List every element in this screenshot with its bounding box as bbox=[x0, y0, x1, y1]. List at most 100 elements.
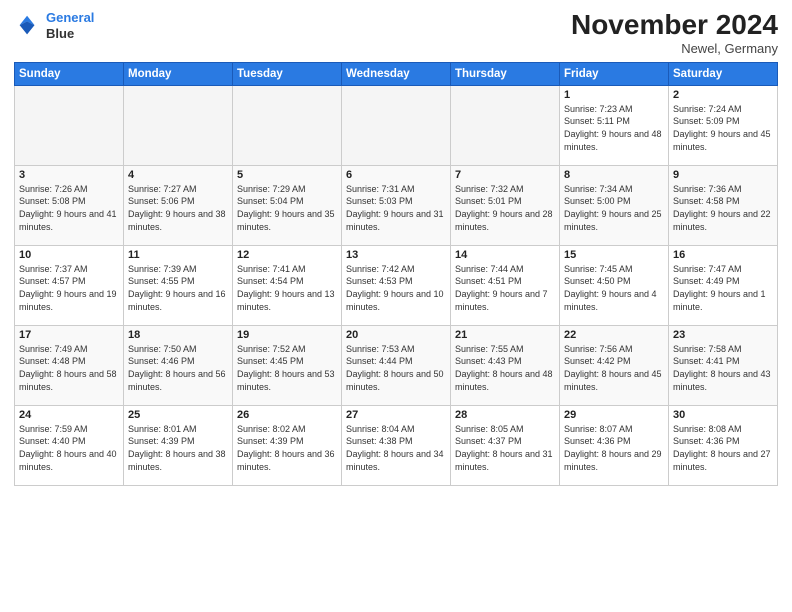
table-row: 16Sunrise: 7:47 AM Sunset: 4:49 PM Dayli… bbox=[669, 245, 778, 325]
location: Newel, Germany bbox=[571, 41, 778, 56]
table-row: 7 Sunrise: 7:32 AM Sunset: 5:01 PM Daylig… bbox=[451, 165, 560, 245]
table-row: 17 Sunrise: 7:49 AM Sunset: 4:48 PM Dayli… bbox=[15, 325, 124, 405]
day-number: 21 bbox=[455, 329, 555, 341]
page-container: General Blue November 2024 Newel, German… bbox=[0, 0, 792, 492]
table-row: 2 Sunrise: 7:24 AM Sunset: 5:09 PM Daylig… bbox=[669, 85, 778, 165]
day-info: Sunrise: 7:52 AM Sunset: 4:45 PM Dayligh… bbox=[237, 343, 337, 393]
day-number: 5 bbox=[237, 169, 337, 181]
day-info: Sunrise: 8:02 AM Sunset: 4:39 PM Dayligh… bbox=[237, 423, 337, 473]
day-number: 25 bbox=[128, 409, 228, 421]
day-info: Sunrise: 7:34 AM Sunset: 5:00 PM Dayligh… bbox=[564, 183, 664, 233]
day-info: Sunrise: 7:24 AM Sunset: 5:09 PM Dayligh… bbox=[673, 103, 773, 153]
day-number: 20 bbox=[346, 329, 446, 341]
day-info: Sunrise: 7:23 AM Sunset: 5:11 PM Dayligh… bbox=[564, 103, 664, 153]
day-info: Sunrise: 8:04 AM Sunset: 4:38 PM Dayligh… bbox=[346, 423, 446, 473]
table-row: 8 Sunrise: 7:34 AM Sunset: 5:00 PM Daylig… bbox=[560, 165, 669, 245]
calendar-week-row: 1 Sunrise: 7:23 AM Sunset: 5:11 PM Daylig… bbox=[15, 85, 778, 165]
day-info: Sunrise: 7:55 AM Sunset: 4:43 PM Dayligh… bbox=[455, 343, 555, 393]
table-row: 21 Sunrise: 7:55 AM Sunset: 4:43 PM Dayli… bbox=[451, 325, 560, 405]
table-row: 22 Sunrise: 7:56 AM Sunset: 4:42 PM Dayli… bbox=[560, 325, 669, 405]
day-number: 30 bbox=[673, 409, 773, 421]
table-row: 18 Sunrise: 7:50 AM Sunset: 4:46 PM Dayli… bbox=[124, 325, 233, 405]
day-info: Sunrise: 7:32 AM Sunset: 5:01 PM Dayligh… bbox=[455, 183, 555, 233]
day-info: Sunrise: 7:56 AM Sunset: 4:42 PM Dayligh… bbox=[564, 343, 664, 393]
logo-text: General Blue bbox=[46, 10, 94, 41]
day-number: 11 bbox=[128, 249, 228, 261]
table-row bbox=[15, 85, 124, 165]
day-number: 17 bbox=[19, 329, 119, 341]
day-info: Sunrise: 7:42 AM Sunset: 4:53 PM Dayligh… bbox=[346, 263, 446, 313]
table-row: 24Sunrise: 7:59 AM Sunset: 4:40 PM Dayli… bbox=[15, 405, 124, 485]
col-friday: Friday bbox=[560, 62, 669, 85]
table-row: 10Sunrise: 7:37 AM Sunset: 4:57 PM Dayli… bbox=[15, 245, 124, 325]
day-number: 12 bbox=[237, 249, 337, 261]
day-number: 19 bbox=[237, 329, 337, 341]
table-row bbox=[124, 85, 233, 165]
day-number: 15 bbox=[564, 249, 664, 261]
col-tuesday: Tuesday bbox=[233, 62, 342, 85]
calendar-week-row: 17 Sunrise: 7:49 AM Sunset: 4:48 PM Dayli… bbox=[15, 325, 778, 405]
day-number: 13 bbox=[346, 249, 446, 261]
day-number: 6 bbox=[346, 169, 446, 181]
table-row: 11 Sunrise: 7:39 AM Sunset: 4:55 PM Dayli… bbox=[124, 245, 233, 325]
calendar-week-row: 3Sunrise: 7:26 AM Sunset: 5:08 PM Daylig… bbox=[15, 165, 778, 245]
day-number: 7 bbox=[455, 169, 555, 181]
col-monday: Monday bbox=[124, 62, 233, 85]
day-number: 23 bbox=[673, 329, 773, 341]
day-info: Sunrise: 7:36 AM Sunset: 4:58 PM Dayligh… bbox=[673, 183, 773, 233]
day-number: 4 bbox=[128, 169, 228, 181]
table-row: 15 Sunrise: 7:45 AM Sunset: 4:50 PM Dayli… bbox=[560, 245, 669, 325]
table-row: 14 Sunrise: 7:44 AM Sunset: 4:51 PM Dayli… bbox=[451, 245, 560, 325]
table-row: 23 Sunrise: 7:58 AM Sunset: 4:41 PM Dayli… bbox=[669, 325, 778, 405]
day-info: Sunrise: 7:45 AM Sunset: 4:50 PM Dayligh… bbox=[564, 263, 664, 313]
table-row: 20Sunrise: 7:53 AM Sunset: 4:44 PM Dayli… bbox=[342, 325, 451, 405]
day-number: 29 bbox=[564, 409, 664, 421]
day-info: Sunrise: 7:29 AM Sunset: 5:04 PM Dayligh… bbox=[237, 183, 337, 233]
table-row bbox=[451, 85, 560, 165]
logo-icon bbox=[14, 12, 42, 40]
col-saturday: Saturday bbox=[669, 62, 778, 85]
day-number: 24 bbox=[19, 409, 119, 421]
calendar-week-row: 24Sunrise: 7:59 AM Sunset: 4:40 PM Dayli… bbox=[15, 405, 778, 485]
day-number: 2 bbox=[673, 89, 773, 101]
day-number: 14 bbox=[455, 249, 555, 261]
table-row bbox=[342, 85, 451, 165]
day-info: Sunrise: 8:08 AM Sunset: 4:36 PM Dayligh… bbox=[673, 423, 773, 473]
day-info: Sunrise: 7:58 AM Sunset: 4:41 PM Dayligh… bbox=[673, 343, 773, 393]
title-block: November 2024 Newel, Germany bbox=[571, 10, 778, 56]
day-info: Sunrise: 7:27 AM Sunset: 5:06 PM Dayligh… bbox=[128, 183, 228, 233]
day-number: 10 bbox=[19, 249, 119, 261]
table-row: 4 Sunrise: 7:27 AM Sunset: 5:06 PM Daylig… bbox=[124, 165, 233, 245]
day-info: Sunrise: 7:39 AM Sunset: 4:55 PM Dayligh… bbox=[128, 263, 228, 313]
col-wednesday: Wednesday bbox=[342, 62, 451, 85]
calendar-header-row: Sunday Monday Tuesday Wednesday Thursday… bbox=[15, 62, 778, 85]
day-number: 27 bbox=[346, 409, 446, 421]
table-row: 12Sunrise: 7:41 AM Sunset: 4:54 PM Dayli… bbox=[233, 245, 342, 325]
calendar-week-row: 10Sunrise: 7:37 AM Sunset: 4:57 PM Dayli… bbox=[15, 245, 778, 325]
day-info: Sunrise: 7:50 AM Sunset: 4:46 PM Dayligh… bbox=[128, 343, 228, 393]
table-row bbox=[233, 85, 342, 165]
table-row: 6 Sunrise: 7:31 AM Sunset: 5:03 PM Daylig… bbox=[342, 165, 451, 245]
month-title: November 2024 bbox=[571, 10, 778, 41]
table-row: 9Sunrise: 7:36 AM Sunset: 4:58 PM Daylig… bbox=[669, 165, 778, 245]
logo: General Blue bbox=[14, 10, 94, 41]
day-info: Sunrise: 8:01 AM Sunset: 4:39 PM Dayligh… bbox=[128, 423, 228, 473]
day-number: 3 bbox=[19, 169, 119, 181]
day-info: Sunrise: 8:07 AM Sunset: 4:36 PM Dayligh… bbox=[564, 423, 664, 473]
day-number: 26 bbox=[237, 409, 337, 421]
table-row: 13 Sunrise: 7:42 AM Sunset: 4:53 PM Dayli… bbox=[342, 245, 451, 325]
table-row: 28Sunrise: 8:05 AM Sunset: 4:37 PM Dayli… bbox=[451, 405, 560, 485]
day-number: 1 bbox=[564, 89, 664, 101]
table-row: 26 Sunrise: 8:02 AM Sunset: 4:39 PM Dayli… bbox=[233, 405, 342, 485]
day-number: 22 bbox=[564, 329, 664, 341]
day-number: 8 bbox=[564, 169, 664, 181]
day-info: Sunrise: 7:31 AM Sunset: 5:03 PM Dayligh… bbox=[346, 183, 446, 233]
header: General Blue November 2024 Newel, German… bbox=[14, 10, 778, 56]
col-sunday: Sunday bbox=[15, 62, 124, 85]
table-row: 19 Sunrise: 7:52 AM Sunset: 4:45 PM Dayli… bbox=[233, 325, 342, 405]
day-number: 16 bbox=[673, 249, 773, 261]
day-info: Sunrise: 7:49 AM Sunset: 4:48 PM Dayligh… bbox=[19, 343, 119, 393]
table-row: 29 Sunrise: 8:07 AM Sunset: 4:36 PM Dayli… bbox=[560, 405, 669, 485]
day-info: Sunrise: 7:44 AM Sunset: 4:51 PM Dayligh… bbox=[455, 263, 555, 313]
day-number: 18 bbox=[128, 329, 228, 341]
